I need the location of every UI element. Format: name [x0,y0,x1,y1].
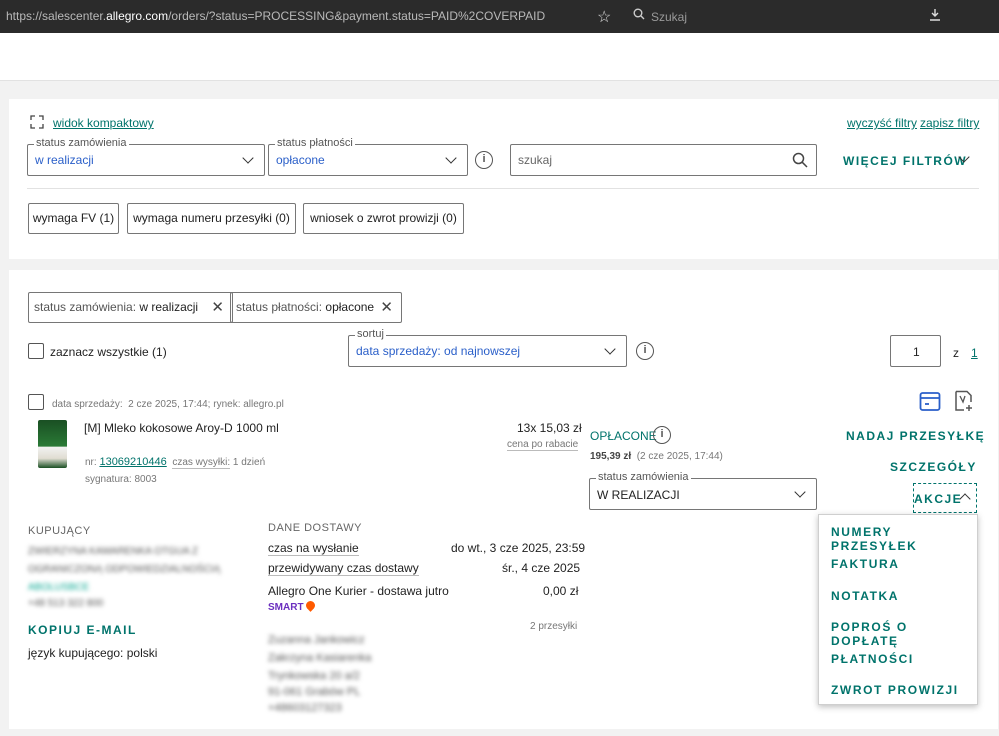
menu-item-payments[interactable]: PŁATNOŚCI [831,652,914,666]
product-thumbnail[interactable] [38,420,67,468]
order-status-select[interactable]: status zamówienia w realizacji [27,137,265,176]
order-checkbox[interactable] [28,394,44,410]
sort-select[interactable]: sortuj data sprzedaży: od najnowszej [348,328,627,367]
filter-requires-tracking[interactable]: wymaga numeru przesyłki (0) [127,203,296,234]
est-delivery-value: śr., 4 cze 2025 [502,561,581,575]
product-name[interactable]: [M] Mleko kokosowe Aroy-D 1000 ml [84,421,279,435]
buyer-company: OGRANICZONĄ ODPOWIEDZIALNOŚCIĄ [28,564,221,575]
payment-status-legend: status płatności [275,137,355,149]
qty-price: 13x 15,03 zł [517,421,582,435]
send-parcel-button[interactable]: NADAJ PRZESYŁKĘ [846,429,985,443]
recipient-company: Zakrzyna Kasiarenka [268,652,372,664]
delivery-heading: DANE DOSTAWY [268,522,363,534]
chevron-down-icon [604,343,616,355]
page-of-label: z [953,346,959,360]
close-icon[interactable]: ✕ [380,293,393,322]
payment-status-badge: OPŁACONE [590,429,657,443]
close-icon[interactable]: ✕ [211,293,224,322]
filter-commission-refund[interactable]: wniosek o zwrot prowizji (0) [303,203,464,234]
carrier-name: Allegro One Kurier - dostawa jutro [268,584,449,598]
filters-panel: widok kompaktowy wyczyść filtry zapisz f… [9,99,998,259]
time-to-send-label: czas na wysłanie [268,541,359,556]
menu-item-invoice[interactable]: FAKTURA [831,557,900,571]
search-placeholder: szukaj [518,153,553,167]
save-filters-link[interactable]: zapisz filtry [920,116,979,130]
order-status-value: W REALIZACJI [597,488,680,502]
compact-view-link[interactable]: widok kompaktowy [53,116,154,130]
address-bar[interactable]: https://salescenter.allegro.com/orders/?… [6,9,545,23]
divider [27,188,979,189]
bookmark-star-icon[interactable]: ☆ [597,7,611,27]
payment-status-select[interactable]: status płatności opłacone [268,137,468,176]
parcels-count: 2 przesyłki [530,621,578,632]
payment-status-value: opłacone [276,153,325,167]
chip-value: w realizacji [139,300,199,314]
recipient-name: Zuzanna Jankowicz [268,634,365,646]
buyer-heading: KUPUJĄCY [28,525,91,537]
clear-filters-link[interactable]: wyczyść filtry [847,116,917,130]
order-status-legend: status zamówienia [596,471,691,483]
chevron-down-icon [242,152,254,164]
menu-item-commission-refund[interactable]: ZWROT PROWIZJI [831,683,959,697]
chip-label: status zamówienia: [34,300,137,314]
buyer-name: ZWIERZYNA KAMARENKA OTGUA Z [28,546,199,557]
search-input[interactable]: szukaj [510,144,817,176]
select-all-label: zaznacz wszystkie (1) [50,345,167,359]
smart-pin-icon [303,599,317,612]
offer-number-link[interactable]: 13069210446 [99,456,166,468]
filter-requires-invoice[interactable]: wymaga FV (1) [28,203,119,234]
est-delivery-label: przewidywany czas dostawy [268,561,419,576]
page-input[interactable]: 1 [890,335,941,367]
offer-number: nr: 13069210446 czas wysyłki: 1 dzień [85,456,266,469]
active-chip-order-status[interactable]: status zamówienia: w realizacji ✕ [28,292,233,323]
chevron-down-icon [794,486,806,498]
signature: sygnatura: 8003 [85,474,157,485]
search-icon[interactable] [792,152,808,168]
details-button[interactable]: SZCZEGÓŁY [890,460,977,474]
chip-value: opłacone [325,300,375,314]
chip-label: status płatności: [236,300,323,314]
search-icon [633,8,645,20]
paid-amount: 195,39 zł (2 cze 2025, 17:44) [590,451,723,462]
invoice-add-icon[interactable] [953,390,975,412]
buyer-language: język kupującego: polski [28,646,158,660]
expand-icon[interactable] [30,115,44,129]
info-icon[interactable]: i [653,426,671,444]
carrier-price: 0,00 zł [543,584,579,598]
actions-menu: NUMERY PRZESYŁEK FAKTURA NOTATKA POPROŚ … [818,514,978,705]
info-icon[interactable]: i [636,342,654,360]
chevron-down-icon [445,152,457,164]
order-status-legend: status zamówienia [34,137,129,149]
browser-toolbar: https://salescenter.allegro.com/orders/?… [0,0,999,33]
select-all-checkbox[interactable] [28,343,44,359]
info-icon[interactable]: i [475,151,493,169]
discount-price-note[interactable]: cena po rabacie [507,439,579,451]
menu-item-note[interactable]: NOTATKA [831,589,899,603]
total-pages-link[interactable]: 1 [971,346,978,360]
browser-search-input[interactable]: Szukaj [651,10,687,24]
sort-value: data sprzedaży: od najnowszej [356,344,521,358]
order-status-value: w realizacji [35,153,94,167]
recipient-phone: +48603127323 [268,702,342,714]
page-number: 1 [913,345,920,359]
buyer-login: ABOLUSBCE [28,582,90,593]
download-icon[interactable] [928,8,942,22]
copy-email-button[interactable]: KOPIUJ E-MAIL [28,623,137,637]
top-header [0,33,999,81]
delivery-box-icon[interactable] [919,390,941,412]
menu-item-tracking-numbers[interactable]: NUMERY PRZESYŁEK [831,525,977,553]
sale-date-label: data sprzedaży: 2 cze 2025, 17:44; rynek… [52,399,284,410]
time-to-send-value: do wt., 3 cze 2025, 23:59 [451,541,586,555]
actions-button[interactable]: AKCJE [913,483,977,513]
actions-label: AKCJE [914,492,963,506]
order-status-dropdown[interactable]: status zamówienia W REALIZACJI [589,471,817,510]
buyer-phone: +48 513 322 800 [28,598,104,609]
smart-logo: SMART [268,599,317,613]
recipient-street: Trynkowska 20 a/2 [268,670,360,682]
recipient-city: 91-061 Grabów PL [268,686,361,698]
active-chip-payment-status[interactable]: status płatności: opłacone ✕ [230,292,402,323]
sort-legend: sortuj [355,328,386,340]
more-filters-button[interactable]: WIĘCEJ FILTRÓW [843,154,967,168]
menu-item-request-surcharge[interactable]: POPROŚ O DOPŁATĘ [831,620,977,648]
